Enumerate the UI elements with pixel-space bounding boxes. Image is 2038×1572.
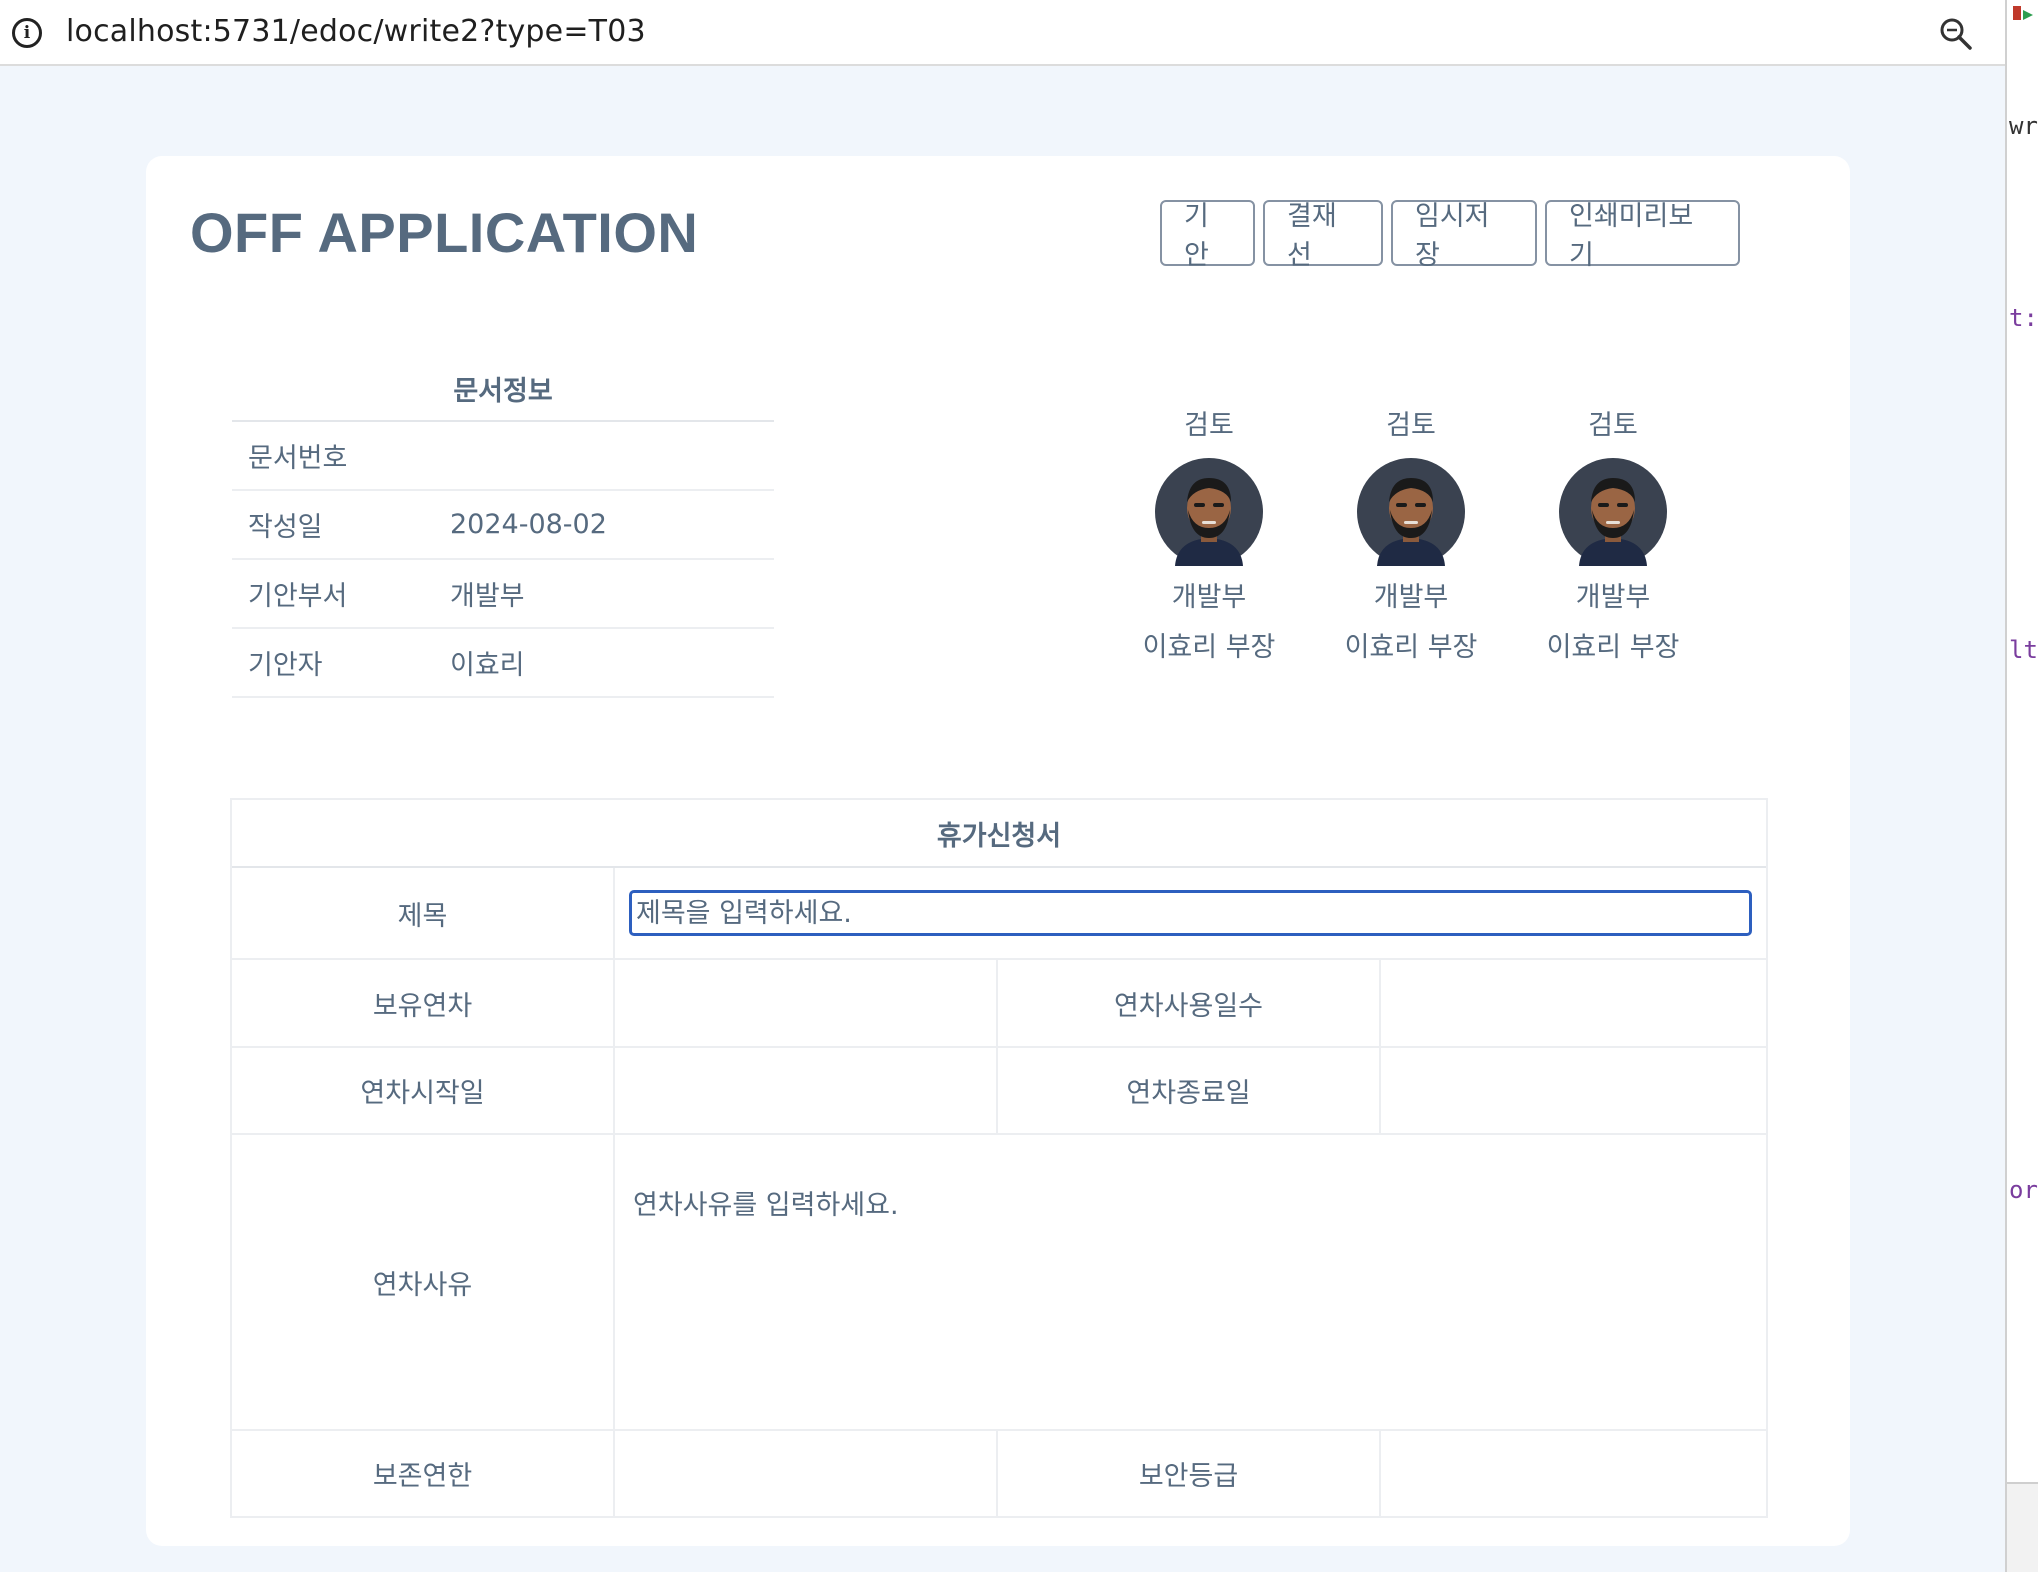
approver-role: 검토 [1588, 410, 1638, 441]
draft-department-label: 기안부서 [248, 581, 348, 612]
approver-department: 개발부 [1171, 582, 1247, 613]
approver-item: 검토 개발부 이효리 부장 [1108, 406, 1310, 668]
retention-value[interactable] [615, 1431, 998, 1516]
approver-department: 개발부 [1373, 582, 1449, 613]
bearded-man-avatar-icon [1357, 458, 1465, 566]
draft-department-value: 개발부 [450, 581, 525, 612]
document-info-title: 문서정보 [232, 356, 774, 422]
leave-application-form: 휴가신청서 제목 보유연차 연차사용일수 연차시작일 연차종료일 연차사유 [230, 798, 1768, 1518]
approver-role: 검토 [1184, 410, 1234, 441]
approver-name: 이효리 부장 [1546, 632, 1680, 663]
drafter-label: 기안자 [248, 650, 323, 681]
temp-save-button[interactable]: 임시저장 [1391, 200, 1537, 271]
remaining-leave-label: 보유연차 [232, 960, 615, 1046]
subject-row: 제목 [232, 868, 1766, 960]
leave-period-row: 연차시작일 연차종료일 [232, 1048, 1766, 1135]
code-fragment: writ [2009, 112, 2038, 140]
security-value[interactable] [1381, 1431, 1766, 1516]
document-info-table: 문서정보 문서번호 작성일 2024-08-02 기안부서 개발부 기안자 이효… [232, 356, 774, 698]
reason-cell [615, 1135, 1766, 1429]
leave-days-label: 연차사용일수 [998, 960, 1381, 1046]
code-fragment: or: [2009, 1176, 2038, 1204]
run-icon [2013, 6, 2033, 20]
reason-label: 연차사유 [232, 1135, 615, 1429]
approver-item: 검토 개발부 이효리 부장 [1310, 406, 1512, 668]
subject-input[interactable] [628, 890, 1752, 936]
submit-button[interactable]: 기안 [1160, 200, 1255, 271]
draft-department-row: 기안부서 개발부 [232, 560, 774, 629]
leave-days-value [1381, 960, 1766, 1046]
action-button-group: 기안 결재선 임시저장 인쇄미리보기 [1160, 200, 1740, 271]
approver-role: 검토 [1386, 410, 1436, 441]
form-title: 휴가신청서 [232, 800, 1766, 868]
code-fragment: t: [2009, 304, 2038, 332]
drafter-row: 기안자 이효리 [232, 629, 774, 698]
page-title: OFF APPLICATION [190, 201, 699, 264]
leave-balance-row: 보유연차 연차사용일수 [232, 960, 1766, 1048]
created-date-label: 작성일 [248, 512, 323, 543]
approval-line-button[interactable]: 결재선 [1263, 200, 1383, 271]
end-date-value[interactable] [1381, 1048, 1766, 1133]
created-date-value: 2024-08-02 [450, 509, 607, 540]
doc-number-label: 문서번호 [248, 443, 348, 474]
site-info-icon[interactable]: i [12, 18, 42, 48]
bearded-man-avatar-icon [1155, 458, 1263, 566]
code-fragment: lth [2009, 636, 2038, 664]
zoom-icon[interactable] [1938, 16, 1974, 52]
approver-name: 이효리 부장 [1142, 632, 1276, 663]
drafter-value: 이효리 [450, 650, 525, 681]
retention-label: 보존연한 [232, 1431, 615, 1516]
print-preview-button[interactable]: 인쇄미리보기 [1545, 200, 1740, 271]
security-label: 보안등급 [998, 1431, 1381, 1516]
bearded-man-avatar-icon [1559, 458, 1667, 566]
start-date-label: 연차시작일 [232, 1048, 615, 1133]
subject-cell [615, 868, 1766, 958]
editor-status-bar [2007, 1482, 2038, 1572]
reason-textarea[interactable] [628, 1135, 1752, 1429]
approver-name: 이효리 부장 [1344, 632, 1478, 663]
browser-address-bar: i localhost:5731/edoc/write2?type=T03 [0, 0, 2005, 66]
created-date-row: 작성일 2024-08-02 [232, 491, 774, 560]
subject-label: 제목 [232, 868, 615, 958]
reason-row: 연차사유 [232, 1135, 1766, 1431]
background-editor-window: writ t: lth or: [2005, 0, 2038, 1572]
url-text[interactable]: localhost:5731/edoc/write2?type=T03 [66, 14, 646, 49]
start-date-value[interactable] [615, 1048, 998, 1133]
document-card: OFF APPLICATION 기안 결재선 임시저장 인쇄미리보기 문서정보 … [146, 156, 1850, 1546]
retention-security-row: 보존연한 보안등급 [232, 1431, 1766, 1516]
approver-department: 개발부 [1575, 582, 1651, 613]
approver-item: 검토 개발부 이효리 부장 [1512, 406, 1714, 668]
end-date-label: 연차종료일 [998, 1048, 1381, 1133]
doc-number-row: 문서번호 [232, 422, 774, 491]
remaining-leave-value [615, 960, 998, 1046]
approver-list: 검토 개발부 이효리 부장 검토 개발부 이효리 부장 검토 개발부 이효리 부… [1108, 406, 1714, 668]
